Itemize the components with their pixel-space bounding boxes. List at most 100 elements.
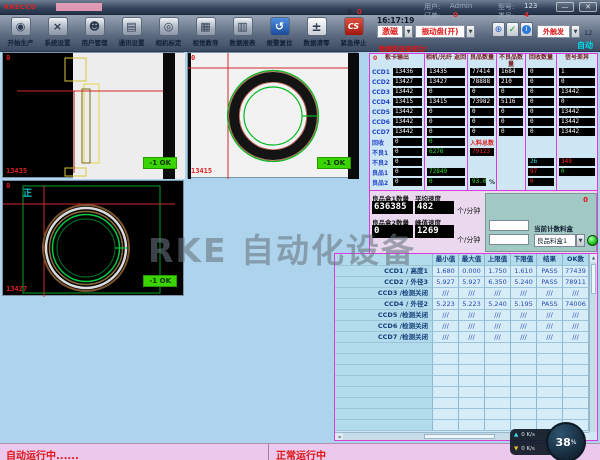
toolbar-item-data-clear[interactable]: ±数据清零 [298,16,335,47]
grid-value-box: 210 [499,78,523,86]
trigger-dropdown-arrow-icon[interactable]: ▼ [571,25,580,38]
table-row[interactable]: CCD4 / 外径25.2235.2235.2405.195PASS74006 [335,299,589,310]
grid-cell: 0 [425,117,467,127]
grid-value-box: 0 [427,138,465,146]
value-cell [459,420,485,431]
table-row[interactable]: CCD5 /检测关闭////////////////// [335,310,589,321]
memory-usage-ball[interactable]: 38% [546,422,586,460]
grid-value-box: 0 [393,138,422,146]
camera-view-1[interactable]: 0 13435 -1 OK [2,52,184,178]
vertical-scroll-thumb[interactable] [591,264,596,294]
grid-column-header: 相机/光纤 返回 [425,54,467,67]
value-cell: /// [537,332,563,343]
grid-cell: 0 [497,127,525,137]
check-icon[interactable]: ✓ [506,22,519,37]
grid-value-box: 0 [528,88,554,96]
toolbar-item-emergency-stop[interactable]: CS紧急停止 [335,16,372,47]
camera-1-corner-value: 0 [6,54,10,62]
emergency-stop-icon: CS [344,17,364,36]
value-cell: /// [485,321,511,332]
camera-1-result-badge: -1 OK [143,157,177,169]
grid-column-header: 良品数量 [468,54,496,67]
table-row[interactable]: CCD7 /检测关闭////////////////// [335,332,589,343]
value-cell: 下限值 [511,254,537,266]
grid-cell: 349 [557,157,597,167]
grid-value-box: 0 [470,108,494,116]
value-cell [537,398,563,409]
value-cell: /// [459,332,485,343]
grid-row-label: 不良2 [370,158,391,167]
toolbar-item-label: 开始生产 [8,37,34,47]
grid-column-2: 良品数量7741478888073982000入料总数7912393.07% [468,54,497,190]
grid-value-box: 97 [528,168,554,176]
grid-cell: 73982 [468,97,496,107]
value-cell: 74006 [563,299,589,310]
grid-value-box: 13442 [559,118,595,126]
value-cell: /// [537,288,563,299]
grid-cell: 0 [526,77,556,87]
row-label-cell [335,254,433,266]
value-cell [485,376,511,387]
value-cell [433,387,459,398]
table-row[interactable]: CCD3 /检测关闭////////////////// [335,288,589,299]
grid-column-header: 信号差异 [557,54,597,67]
vibrator-dropdown-arrow-icon[interactable]: ▼ [466,25,475,38]
download-arrow-icon: ▼ [514,446,518,452]
usage-percent: 38 [555,436,570,449]
vibrator-button[interactable]: 振动盘(开) [415,25,465,38]
grid-value-box: 13427 [393,78,422,86]
scroll-up-arrow-icon[interactable]: ▲ [590,254,597,262]
toolbar-item-vision-teaching[interactable]: ▦视觉教导 [187,16,224,47]
camera-3-result-badge: -1 OK [143,275,177,287]
grid-cell: 79123 [468,147,496,157]
value-cell [459,365,485,376]
value-cell: 5.927 [459,277,485,288]
close-button[interactable]: ✕ [579,2,597,12]
minimize-button[interactable]: — [556,2,574,12]
external-trigger-select[interactable]: 外触发 [537,25,570,38]
value-cell: 结果 [537,254,563,266]
grid-inline-label: 入料总数 [468,138,496,147]
count-box-dropdown-arrow-icon[interactable]: ▼ [576,234,585,247]
grid-cell: 0 [425,107,467,117]
camera-view-2[interactable]: 0 13415 -1 OK [187,52,358,178]
horizontal-scroll-thumb[interactable] [424,434,495,439]
value-cell [433,420,459,431]
value-cell: /// [433,310,459,321]
info-icon[interactable]: i [520,22,533,37]
toolbar-item-camera-calibration[interactable]: ◎相机标定 [150,16,187,47]
current-count-box-select[interactable]: 良品料盒1 [534,234,576,247]
results-table-vertical-scrollbar[interactable]: ▲ [589,254,597,432]
grid-value-box: 0 [528,78,554,86]
model-value: 123 [524,2,537,10]
grid-value-box: 73982 [470,98,494,106]
toolbar-item-user-management[interactable]: ☻用户管理 [76,16,113,47]
excite-button[interactable]: 激磁 [377,25,403,38]
scroll-left-arrow-icon[interactable]: ◄ [335,433,343,440]
grid-cell: 26 [526,157,556,167]
camera-view-3[interactable]: 0 正 13427 -1 OK [2,180,184,296]
alarm-reset-icon: ↺ [270,17,290,36]
toolbar-item-alarm-reset[interactable]: ↺报警复位 [261,16,298,47]
grid-cell: CCD213427 [370,77,424,87]
status-divider [268,444,269,460]
grid-value-box: 1684 [499,68,523,76]
table-row[interactable]: CCD1 / 高度11.6800.0001.7501.610PASS77439 [335,266,589,277]
table-row[interactable]: CCD2 / 外径35.9275.9276.3505.240PASS78911 [335,277,589,288]
count-input-2[interactable] [489,234,529,245]
gear-icon[interactable]: ⊕ [492,22,505,37]
count-input-1[interactable] [489,220,529,231]
table-row [335,365,589,376]
toolbar-item-start-production[interactable]: ◉开始生产 [2,16,39,47]
excite-dropdown-arrow-icon[interactable]: ▼ [404,25,413,38]
table-row[interactable]: CCD6 /检测关闭////////////////// [335,321,589,332]
table-row [335,398,589,409]
toolbar-item-system-settings[interactable]: ×系统设置 [39,16,76,47]
toolbar-item-comm-settings[interactable]: ▤通讯设置 [113,16,150,47]
vision-teaching-icon: ▦ [196,17,216,36]
grid-value-suffix: % [488,179,496,186]
batch-label: 类号: [498,11,514,21]
toolbar-item-data-report[interactable]: ▥数据报表 [224,16,261,47]
camera-calibration-icon: ◎ [159,17,179,36]
value-cell: /// [459,310,485,321]
